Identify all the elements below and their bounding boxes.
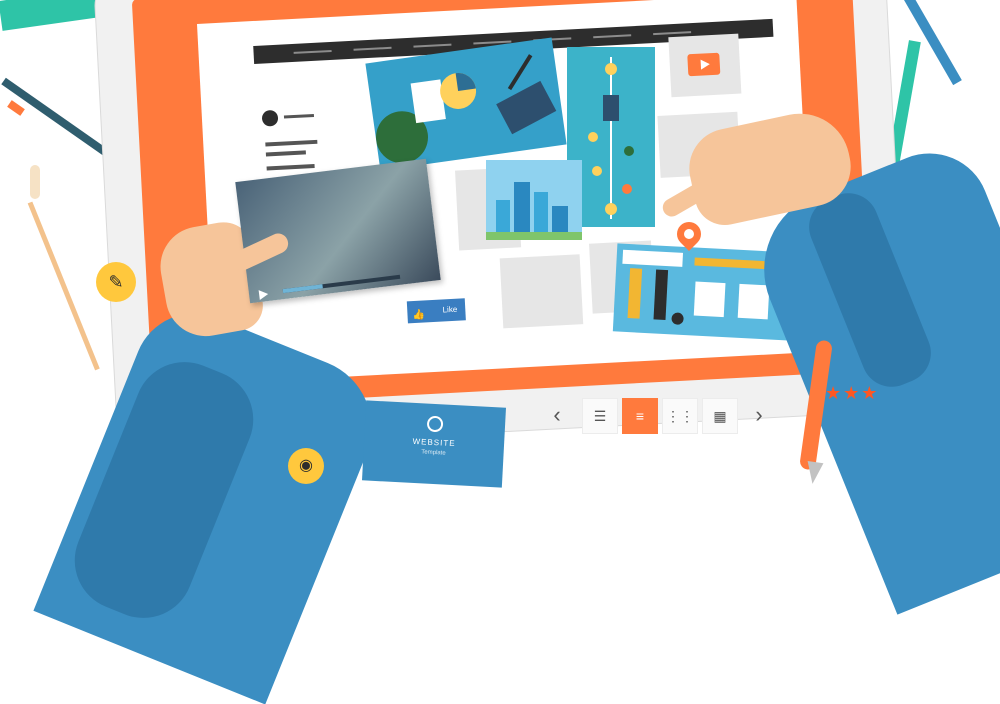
pen-nib-decoration xyxy=(804,460,824,486)
text-line xyxy=(266,163,315,171)
play-icon[interactable] xyxy=(687,52,721,77)
brush-tip-decoration xyxy=(30,165,40,199)
website-template-card[interactable]: WEBSITE Template xyxy=(362,400,506,488)
nav-item[interactable] xyxy=(293,49,332,54)
city-skyline-illustration xyxy=(486,182,582,240)
brand-logo-icon xyxy=(426,415,444,433)
video-progress-fill xyxy=(282,284,323,294)
next-arrow-icon[interactable]: › xyxy=(744,398,774,434)
view-switcher-toolbar: ‹ ☰ ≡ ⋮⋮ ▦ › xyxy=(542,398,786,442)
text-line xyxy=(265,150,306,157)
text-line xyxy=(265,139,318,147)
star-rating: ★★★ xyxy=(825,383,880,403)
like-button[interactable]: 👍 Like xyxy=(406,298,466,324)
like-button-label: Like xyxy=(442,304,458,315)
large-grid-view-icon[interactable]: ▦ xyxy=(702,398,738,434)
grid-tile[interactable] xyxy=(499,254,584,329)
edit-note-icon: ✎ xyxy=(96,262,136,302)
thumbs-up-icon: 👍 xyxy=(412,309,426,322)
nav-item[interactable] xyxy=(413,43,452,48)
green-tag-decoration xyxy=(0,0,102,31)
prev-arrow-icon[interactable]: ‹ xyxy=(542,398,572,434)
list-view-icon[interactable]: ☰ xyxy=(582,398,618,434)
city-illustration-card[interactable] xyxy=(486,160,582,240)
paint-brush-decoration xyxy=(27,201,100,371)
video-player-card[interactable] xyxy=(235,158,441,304)
avatar[interactable] xyxy=(261,109,279,127)
video-play-icon[interactable] xyxy=(258,289,269,301)
rows-view-icon[interactable]: ≡ xyxy=(622,398,658,434)
nav-item[interactable] xyxy=(653,31,692,36)
video-thumbnail-tile[interactable] xyxy=(668,33,742,98)
author-name-line xyxy=(283,113,315,119)
nav-item[interactable] xyxy=(593,34,632,39)
small-grid-view-icon[interactable]: ⋮⋮ xyxy=(662,398,698,434)
pencil-tip-decoration xyxy=(7,100,25,116)
nav-item[interactable] xyxy=(353,46,392,51)
camera-icon: ◉ xyxy=(288,448,324,484)
